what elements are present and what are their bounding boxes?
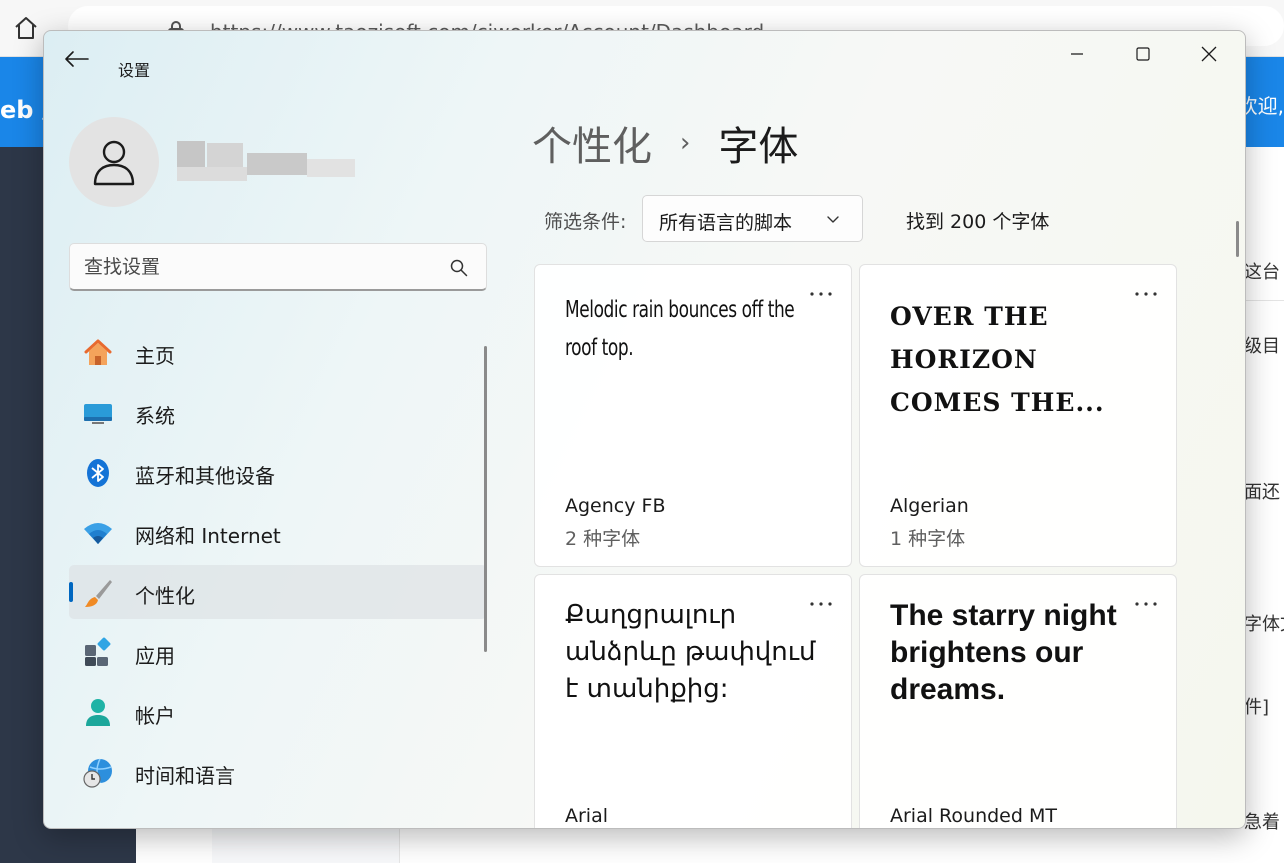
breadcrumb-parent[interactable]: 个性化 — [532, 114, 652, 172]
window-title: 设置 — [118, 61, 151, 80]
breadcrumb-separator: › — [680, 128, 691, 158]
site-text: 面还 — [1244, 482, 1280, 503]
minimize-icon — [1071, 53, 1083, 55]
site-divider — [1244, 300, 1284, 301]
breadcrumb: 个性化 › 字体 — [532, 115, 798, 171]
font-preview: Քաղցրալուր անձրևը թափվում է տանիքից: — [565, 600, 816, 704]
script-filter-dropdown[interactable]: 所有语言的脚本 — [642, 195, 863, 242]
person-icon — [93, 140, 135, 186]
close-icon — [1201, 46, 1217, 62]
home-icon — [82, 337, 114, 369]
nav-label: 帐户 — [135, 704, 175, 728]
site-text: 急着 — [1244, 812, 1280, 833]
site-text: 件] — [1244, 697, 1270, 718]
nav-label: 应用 — [135, 644, 175, 668]
home-icon[interactable] — [13, 15, 39, 41]
avatar[interactable] — [69, 117, 159, 207]
maximize-icon — [1136, 47, 1150, 61]
nav-label: 蓝牙和其他设备 — [135, 464, 275, 488]
font-card-algerian[interactable]: OVER THE HORIZON COMES THE... Algerian 1… — [859, 264, 1177, 567]
settings-window: 设置 查找设置 主页 系统 蓝牙和其他设备 网络和 Internet 个性化 应… — [43, 30, 1246, 829]
back-button[interactable] — [62, 49, 90, 69]
font-name: Agency FB — [565, 495, 666, 517]
font-preview: Melodic rain bounces off the roof top. — [565, 297, 795, 361]
nav-item-home[interactable]: 主页 — [69, 325, 487, 379]
font-face-count: 2 种字体 — [565, 528, 641, 550]
font-face-count: 1 种字体 — [890, 528, 966, 550]
font-preview: OVER THE HORIZON COMES THE... — [890, 302, 1105, 417]
wifi-icon — [82, 517, 114, 549]
nav-label: 时间和语言 — [135, 764, 235, 788]
maximize-button[interactable] — [1110, 31, 1176, 77]
settings-nav: 主页 系统 蓝牙和其他设备 网络和 Internet 个性化 应用 帐户 时间和… — [69, 325, 487, 805]
font-card-arial-rounded-mt[interactable]: The starry night brightens our dreams. A… — [859, 574, 1177, 828]
account-icon — [82, 697, 114, 729]
font-name: Algerian — [890, 495, 969, 517]
filter-selected-value: 所有语言的脚本 — [659, 212, 793, 234]
nav-item-network[interactable]: 网络和 Internet — [69, 505, 487, 559]
apps-icon — [82, 637, 114, 669]
nav-item-time-language[interactable]: 时间和语言 — [69, 745, 487, 799]
settings-search[interactable] — [69, 243, 487, 291]
nav-item-personalization[interactable]: 个性化 — [69, 565, 487, 619]
font-card-agency-fb[interactable]: Melodic rain bounces off the roof top. A… — [534, 264, 852, 567]
nav-item-bluetooth[interactable]: 蓝牙和其他设备 — [69, 445, 487, 499]
account-name-redacted — [177, 141, 355, 181]
nav-item-apps[interactable]: 应用 — [69, 625, 487, 679]
nav-label: 主页 — [135, 344, 175, 368]
font-card-arial[interactable]: Քաղցրալուր անձրևը թափվում է տանիքից: Ari… — [534, 574, 852, 828]
minimize-button[interactable] — [1044, 31, 1110, 77]
bluetooth-icon — [82, 457, 114, 489]
site-text: 字体文 — [1244, 614, 1284, 635]
font-preview: The starry night brightens our dreams. — [890, 599, 1117, 706]
brush-icon — [82, 577, 114, 609]
page-title: 字体 — [718, 124, 799, 170]
search-input[interactable] — [84, 254, 434, 280]
nav-label: 网络和 Internet — [135, 524, 281, 548]
search-icon[interactable] — [450, 259, 468, 277]
close-button[interactable] — [1176, 31, 1242, 77]
site-text: 这台 — [1244, 262, 1280, 283]
chevron-down-icon — [827, 216, 839, 223]
font-count: 找到 200 个字体 — [906, 211, 1050, 233]
nav-label: 个性化 — [135, 584, 195, 608]
nav-label: 系统 — [135, 404, 175, 428]
content-scrollbar[interactable] — [1236, 221, 1239, 257]
font-name: Arial — [565, 805, 609, 827]
nav-item-system[interactable]: 系统 — [69, 385, 487, 439]
filter-label: 筛选条件: — [544, 211, 627, 233]
nav-item-accounts[interactable]: 帐户 — [69, 685, 487, 739]
site-text: 级目 — [1244, 336, 1280, 357]
selection-indicator — [69, 582, 73, 602]
globe-clock-icon — [82, 757, 114, 789]
title-bar: 设置 — [44, 31, 1245, 80]
system-icon — [82, 397, 114, 429]
nav-scrollbar[interactable] — [484, 346, 487, 652]
font-name: Arial Rounded MT — [890, 805, 1057, 827]
